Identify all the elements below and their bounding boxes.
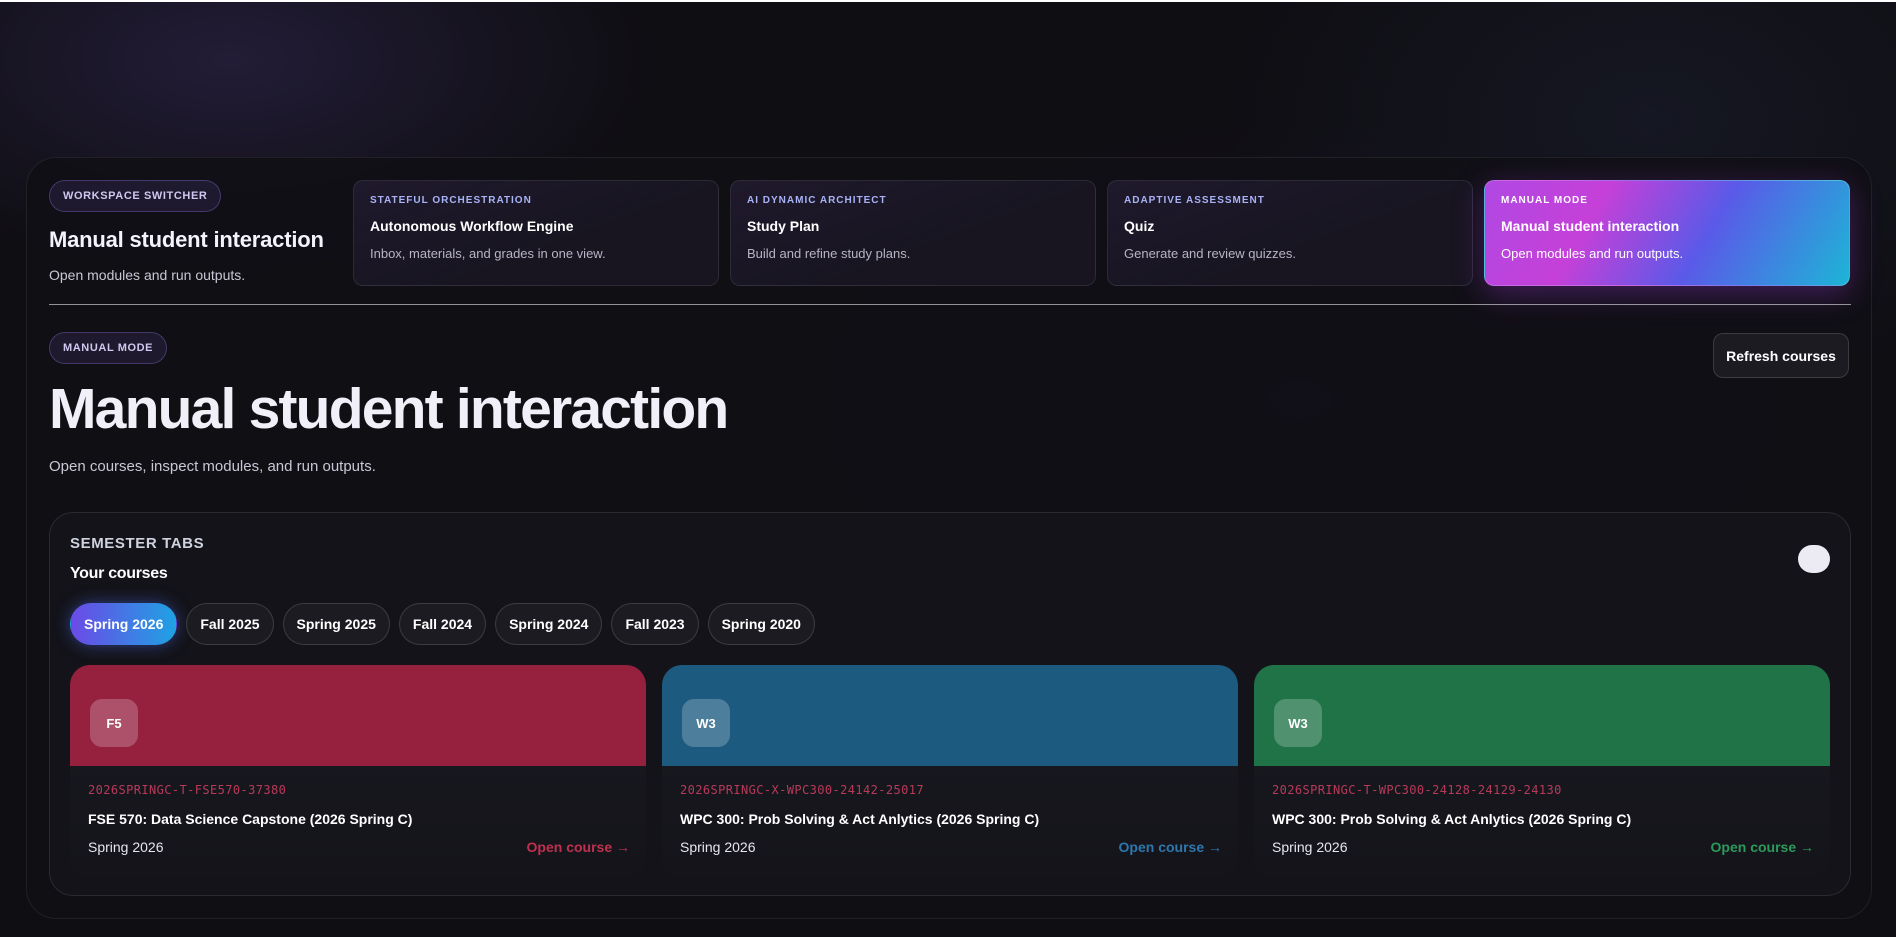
tab-spring-2020[interactable]: Spring 2020 [707, 603, 815, 645]
open-course-link[interactable]: Open course → [1119, 839, 1222, 855]
workspace-shell: WORKSPACE SWITCHER Manual student intera… [26, 157, 1872, 919]
course-name: FSE 570: Data Science Capstone (2026 Spr… [88, 811, 413, 827]
workspace-card-title: Study Plan [747, 218, 820, 234]
section-divider [49, 304, 1851, 305]
tab-fall-2024[interactable]: Fall 2024 [398, 603, 487, 645]
workspace-card-eyebrow: MANUAL MODE [1501, 195, 1588, 206]
workspace-card-study-plan[interactable]: AI DYNAMIC ARCHITECT Study Plan Build an… [730, 180, 1096, 286]
workspace-card-eyebrow: STATEFUL ORCHESTRATION [370, 195, 532, 206]
tab-spring-2026[interactable]: Spring 2026 [70, 603, 178, 645]
semester-tabs-eyebrow: SEMESTER TABS [70, 535, 205, 552]
workspace-card-description: Generate and review quizzes. [1124, 246, 1296, 261]
your-courses-title: Your courses [70, 565, 168, 582]
course-banner: W3 [1254, 665, 1830, 766]
course-name: WPC 300: Prob Solving & Act Anlytics (20… [1272, 811, 1632, 827]
workspace-card-title: Quiz [1124, 218, 1155, 234]
course-code: 2026SPRINGC-X-WPC300-24142-25017 [680, 783, 924, 797]
refresh-courses-button[interactable]: Refresh courses [1713, 333, 1849, 378]
course-term: Spring 2026 [680, 839, 756, 855]
course-card[interactable]: W3 2026SPRINGC-T-WPC300-24128-24129-2413… [1254, 665, 1830, 877]
tab-spring-2024[interactable]: Spring 2024 [495, 603, 603, 645]
top-edge-line [0, 0, 1896, 2]
course-banner: W3 [662, 665, 1238, 766]
workspace-card-manual-mode[interactable]: MANUAL MODE Manual student interaction O… [1484, 180, 1850, 286]
semester-panel: SEMESTER TABS Your courses Spring 2026 F… [49, 512, 1851, 896]
workspace-card-description: Build and refine study plans. [747, 246, 911, 261]
course-banner: F5 [70, 665, 646, 766]
course-code: 2026SPRINGC-T-WPC300-24128-24129-24130 [1272, 783, 1562, 797]
tab-fall-2025[interactable]: Fall 2025 [186, 603, 274, 645]
workspace-cards: STATEFUL ORCHESTRATION Autonomous Workfl… [353, 180, 1850, 286]
page-title: Manual student interaction [49, 377, 729, 441]
workspace-card-eyebrow: ADAPTIVE ASSESSMENT [1124, 195, 1265, 206]
workspace-card-workflow-engine[interactable]: STATEFUL ORCHESTRATION Autonomous Workfl… [353, 180, 719, 286]
course-name: WPC 300: Prob Solving & Act Anlytics (20… [680, 811, 1040, 827]
open-course-link[interactable]: Open course → [527, 839, 630, 855]
open-course-link[interactable]: Open course → [1711, 839, 1814, 855]
tab-spring-2025[interactable]: Spring 2025 [282, 603, 390, 645]
course-code: 2026SPRINGC-T-FSE570-37380 [88, 783, 287, 797]
panel-toggle[interactable] [1798, 545, 1830, 573]
workspace-card-eyebrow: AI DYNAMIC ARCHITECT [747, 195, 887, 206]
workspace-card-quiz[interactable]: ADAPTIVE ASSESSMENT Quiz Generate and re… [1107, 180, 1473, 286]
course-cards: F5 2026SPRINGC-T-FSE570-37380 FSE 570: D… [70, 665, 1830, 877]
mode-pill: MANUAL MODE [49, 332, 168, 364]
semester-tabs: Spring 2026 Fall 2025 Spring 2025 Fall 2… [70, 603, 815, 645]
workspace-card-title: Autonomous Workflow Engine [370, 218, 574, 234]
course-card[interactable]: W3 2026SPRINGC-X-WPC300-24142-25017 WPC … [662, 665, 1238, 877]
workspace-switcher-header: WORKSPACE SWITCHER Manual student intera… [49, 180, 339, 283]
course-term: Spring 2026 [1272, 839, 1348, 855]
course-badge: W3 [1274, 699, 1322, 747]
workspace-card-description: Open modules and run outputs. [1501, 246, 1684, 261]
workspace-card-description: Inbox, materials, and grades in one view… [370, 246, 606, 261]
course-badge: W3 [682, 699, 730, 747]
workspace-switcher-pill: WORKSPACE SWITCHER [49, 180, 222, 212]
workspace-card-title: Manual student interaction [1501, 218, 1680, 234]
course-term: Spring 2026 [88, 839, 164, 855]
page-subtitle: Open courses, inspect modules, and run o… [49, 458, 376, 475]
tab-fall-2023[interactable]: Fall 2023 [611, 603, 699, 645]
workspace-title: Manual student interaction [49, 227, 324, 252]
course-badge: F5 [90, 699, 138, 747]
workspace-subtitle: Open modules and run outputs. [49, 267, 246, 283]
hero-section: MANUAL MODE Manual student interaction O… [49, 332, 1049, 475]
course-card[interactable]: F5 2026SPRINGC-T-FSE570-37380 FSE 570: D… [70, 665, 646, 877]
